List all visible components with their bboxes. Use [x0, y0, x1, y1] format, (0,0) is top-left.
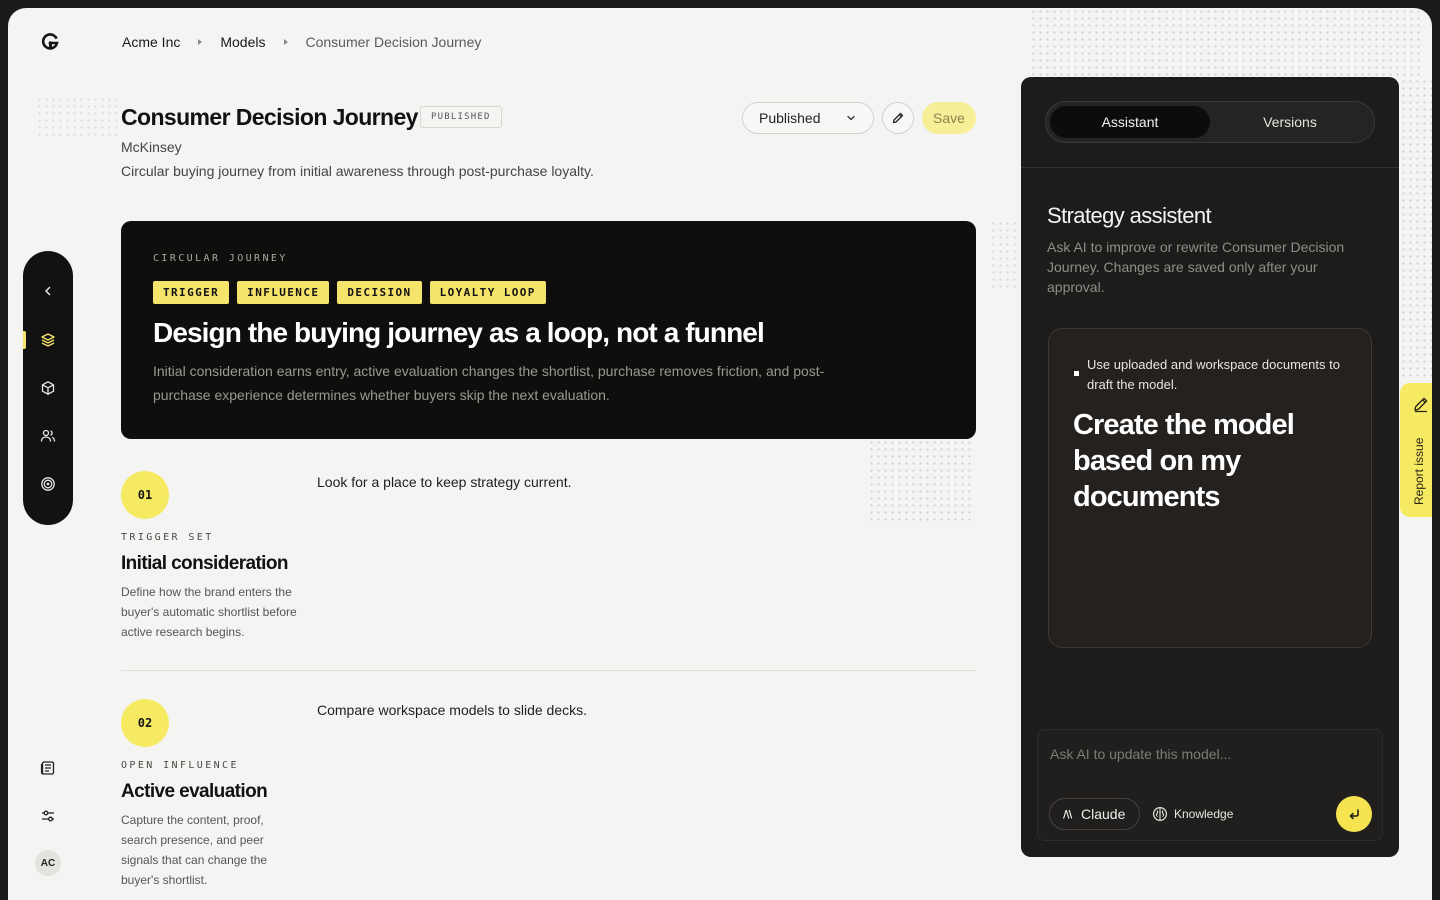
suggestion-card[interactable]: Use uploaded and workspace documents to …	[1048, 328, 1372, 648]
tab-assistant[interactable]: Assistant	[1050, 106, 1210, 138]
newspaper-icon	[40, 761, 55, 775]
anthropic-icon	[1063, 810, 1073, 819]
tab-versions[interactable]: Versions	[1210, 106, 1370, 138]
pencil-icon	[1414, 397, 1428, 413]
panel-tabs: Assistant Versions	[1045, 101, 1375, 143]
model-selector[interactable]: Claude	[1049, 798, 1141, 830]
assistant-title: Strategy assistent	[1047, 203, 1212, 228]
hero-title: Design the buying journey as a loop, not…	[153, 317, 765, 348]
breadcrumb-separator-icon	[198, 39, 203, 45]
tag-influence: INFLUENCE	[237, 281, 330, 304]
report-issue-tab[interactable]: Report issue	[1400, 383, 1432, 517]
bullet-icon	[1074, 371, 1079, 376]
tag-decision: DECISION	[337, 281, 422, 304]
suggestion-hint: Use uploaded and workspace documents to …	[1087, 357, 1340, 392]
assistant-panel: Assistant Versions Strategy assistent As…	[1021, 77, 1399, 857]
active-indicator	[23, 331, 26, 349]
chevron-left-icon	[45, 286, 51, 296]
brain-icon	[1152, 806, 1168, 822]
tag-trigger: TRIGGER	[153, 281, 230, 304]
logo-icon	[41, 33, 59, 50]
breadcrumb-current: Consumer Decision Journey	[305, 34, 482, 50]
step-eyebrow: OPEN INFLUENCE	[121, 760, 239, 771]
enter-arrow-icon	[1349, 809, 1359, 820]
docs-button[interactable]	[36, 756, 60, 780]
status-select[interactable]: Published	[742, 102, 874, 134]
knowledge-label: Knowledge	[1174, 807, 1234, 821]
step-number: 02	[121, 699, 169, 747]
sidebar-item-goals[interactable]	[36, 472, 60, 496]
status-select-value: Published	[759, 110, 821, 126]
sidebar-item-products[interactable]	[36, 376, 60, 400]
app-window: Acme Inc Models Consumer Decision Journe…	[8, 8, 1432, 900]
suggestion-title: Create the model based on my documents	[1073, 409, 1295, 513]
step-description: Define how the brand enters the buyer's …	[121, 585, 297, 639]
dot-pattern-mid	[868, 439, 972, 523]
cube-icon	[41, 381, 55, 395]
panel-divider	[1021, 167, 1399, 168]
step-number: 01	[121, 471, 169, 519]
breadcrumb-separator-icon	[283, 39, 288, 45]
user-avatar[interactable]: AC	[35, 850, 61, 876]
chat-input[interactable]	[1050, 744, 1370, 764]
dot-pattern-left	[36, 96, 120, 136]
sidebar-rail	[23, 251, 73, 525]
sidebar-item-models[interactable]	[36, 328, 60, 352]
tag-loyalty-loop: LOYALTY LOOP	[429, 281, 546, 304]
section-divider	[121, 670, 976, 671]
knowledge-toggle[interactable]: Knowledge	[1152, 798, 1233, 830]
users-icon	[40, 429, 56, 442]
settings-button[interactable]	[36, 804, 60, 828]
hero-eyebrow: CIRCULAR JOURNEY	[153, 253, 288, 264]
stage-tags: TRIGGER INFLUENCE DECISION LOYALTY LOOP	[153, 281, 546, 304]
step-description: Capture the content, proof, search prese…	[121, 813, 268, 887]
pencil-icon	[892, 112, 904, 124]
breadcrumb-models[interactable]: Models	[220, 34, 265, 50]
save-button[interactable]: Save	[922, 102, 976, 134]
target-icon	[41, 477, 55, 491]
app-logo[interactable]	[40, 32, 60, 52]
model-description: Circular buying journey from initial awa…	[121, 163, 594, 179]
collapse-sidebar-button[interactable]	[36, 279, 60, 303]
step-eyebrow: TRIGGER SET	[121, 532, 214, 543]
sliders-icon	[42, 810, 54, 822]
sidebar-item-team[interactable]	[36, 424, 60, 448]
report-issue-label: Report issue	[1412, 437, 1426, 505]
breadcrumb-org[interactable]: Acme Inc	[122, 34, 180, 50]
model-selector-label: Claude	[1081, 806, 1126, 822]
status-badge: PUBLISHED	[420, 106, 502, 128]
model-author: McKinsey	[121, 139, 182, 155]
breadcrumb: Acme Inc Models Consumer Decision Journe…	[122, 32, 481, 52]
page-title: Consumer Decision Journey	[121, 104, 418, 130]
hero-body: Initial consideration earns entry, activ…	[153, 363, 825, 403]
chat-composer: Claude Knowledge	[1037, 729, 1383, 841]
edit-button[interactable]	[882, 102, 914, 134]
chevron-down-icon	[847, 115, 855, 121]
layers-icon	[41, 333, 55, 347]
send-button[interactable]	[1336, 796, 1372, 832]
step-note: Compare workspace models to slide decks.	[317, 702, 588, 718]
step-title: Active evaluation	[121, 781, 268, 802]
assistant-description: Ask AI to improve or rewrite Consumer De…	[1047, 239, 1345, 295]
dot-pattern-right	[1400, 78, 1432, 378]
dot-pattern-top-right	[1030, 8, 1420, 78]
dot-pattern-panel-edge	[990, 220, 1020, 290]
step-note: Look for a place to keep strategy curren…	[317, 474, 572, 490]
step-title: Initial consideration	[121, 553, 288, 574]
hero-card: CIRCULAR JOURNEY TRIGGER INFLUENCE DECIS…	[121, 221, 976, 439]
